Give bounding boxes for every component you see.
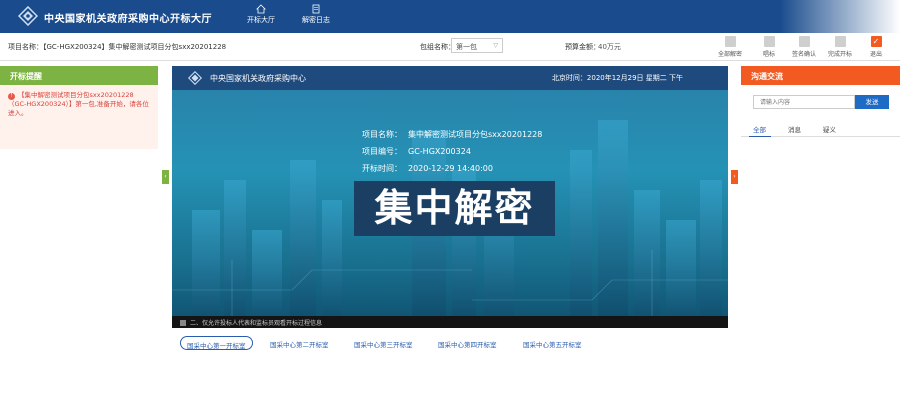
open-time-value: 2020-12-29 14:40:00 <box>408 164 493 173</box>
active-tab-underline <box>749 136 771 137</box>
chat-input[interactable] <box>753 95 855 109</box>
opening-reminder-title: 开标提醒 <box>0 66 158 85</box>
exit-button[interactable]: ✓ 退出 <box>859 36 893 58</box>
budget-label: 预算金额： <box>565 43 600 51</box>
info-bar: 项目名称：【GC-HGX200324】集中解密测试项目分包sxx20201228… <box>0 33 900 61</box>
notice-ticker-text: 二、仅允许投标人代表和监标员观看开标过程信息 <box>190 320 323 327</box>
decrypt-all-button[interactable]: 全部解密 <box>713 36 747 58</box>
stage-header: 中央国家机关政府采购中心 北京时间：2020年12月29日 星期二 下午 <box>172 66 728 90</box>
open-time-label: 开标时间： <box>362 164 402 173</box>
project-label: 项目名称：【GC-HGX200324】集中解密测试项目分包sxx20201228 <box>8 43 227 51</box>
read-bids-button[interactable]: 唱标 <box>752 36 786 58</box>
package-select-value: 第一包 <box>456 43 477 51</box>
stage-status-banner: 集中解密 <box>354 181 555 236</box>
finish-opening-button[interactable]: 完成开标 <box>823 36 857 58</box>
read-icon <box>763 36 775 47</box>
package-label: 包组名称： <box>420 43 455 51</box>
read-bids-label: 唱标 <box>762 51 775 58</box>
collapse-left-button[interactable]: ‹ <box>162 170 169 184</box>
collapse-right-button[interactable]: › <box>731 170 738 184</box>
decrypt-icon <box>724 36 736 47</box>
tab-questions[interactable]: 疑义 <box>823 124 836 134</box>
opening-reminder-panel: 开标提醒 ! 【集中解密测试项目分包sxx20201228（GC-HGX20032… <box>0 66 158 401</box>
project-name-value: 集中解密测试项目分包sxx20201228 <box>408 130 543 139</box>
opening-reminder-body: ! 【集中解密测试项目分包sxx20201228（GC-HGX200324）】第一… <box>0 85 158 149</box>
chat-tabs: 全部 消息 疑义 <box>741 120 900 137</box>
checkmark-icon: ✓ <box>870 36 882 47</box>
stage-panel: 中央国家机关政府采购中心 北京时间：2020年12月29日 星期二 下午 项目名… <box>172 66 728 328</box>
app-title: 中央国家机关政府采购中心开标大厅 <box>44 14 212 25</box>
logo-icon <box>18 6 38 26</box>
room-tab-2[interactable]: 国采中心第二开标室 <box>264 336 335 350</box>
project-code-row: 项目编号： GC-HGX200324 <box>362 146 471 157</box>
decrypt-all-label: 全部解密 <box>717 51 742 58</box>
project-name-row: 项目名称： 集中解密测试项目分包sxx20201228 <box>362 129 542 140</box>
document-icon <box>312 4 320 14</box>
chat-panel: 沟通交流 发送 全部 消息 疑义 <box>741 66 900 401</box>
nav-decrypt-log-label: 解密日志 <box>302 16 330 24</box>
room-tab-4[interactable]: 国采中心第四开标室 <box>432 336 503 350</box>
room-tab-5[interactable]: 国采中心第五开标室 <box>517 336 588 350</box>
home-icon <box>256 4 266 14</box>
top-bar-fade <box>780 0 900 33</box>
room-tabs: 国采中心第一开标室 国采中心第二开标室 国采中心第三开标室 国采中心第四开标室 … <box>172 332 728 354</box>
project-code-value: GC-HGX200324 <box>408 147 471 156</box>
stage-logo-icon <box>188 71 202 85</box>
nav-bid-hall[interactable]: 开标大厅 <box>238 4 284 25</box>
speaker-icon <box>180 320 186 326</box>
notice-ticker: 二、仅允许投标人代表和监标员观看开标过程信息 <box>172 316 728 328</box>
alert-icon: ! <box>8 93 15 100</box>
chat-input-row: 发送 <box>753 95 889 109</box>
room-tab-3[interactable]: 国采中心第三开标室 <box>348 336 419 350</box>
project-name-label: 项目名称： <box>362 130 402 139</box>
sign-icon <box>798 36 810 47</box>
nav-decrypt-log[interactable]: 解密日志 <box>293 4 339 25</box>
top-bar: 中央国家机关政府采购中心开标大厅 开标大厅 解密日志 <box>0 0 900 33</box>
nav-bid-hall-label: 开标大厅 <box>247 16 275 24</box>
open-time-row: 开标时间： 2020-12-29 14:40:00 <box>362 163 493 174</box>
room-tab-1[interactable]: 国采中心第一开标室 <box>180 336 253 350</box>
opening-reminder-message: 【集中解密测试项目分包sxx20201228（GC-HGX200324）】第一包… <box>8 91 149 117</box>
chat-title: 沟通交流 <box>741 66 900 85</box>
chevron-down-icon: ▽ <box>493 42 498 49</box>
tab-messages[interactable]: 消息 <box>788 124 801 134</box>
finish-icon <box>834 36 846 47</box>
sign-confirm-button[interactable]: 签名确认 <box>787 36 821 58</box>
project-code-label: 项目编号： <box>362 147 402 156</box>
beijing-clock: 北京时间：2020年12月29日 星期二 下午 <box>551 74 683 82</box>
send-button[interactable]: 发送 <box>855 95 889 109</box>
stage-title: 中央国家机关政府采购中心 <box>210 74 306 83</box>
sign-confirm-label: 签名确认 <box>791 51 816 58</box>
package-select[interactable]: 第一包 ▽ <box>451 38 503 53</box>
budget-value: 40万元 <box>598 43 621 51</box>
tab-all[interactable]: 全部 <box>753 124 766 134</box>
finish-opening-label: 完成开标 <box>827 51 852 58</box>
exit-label: 退出 <box>869 51 882 58</box>
